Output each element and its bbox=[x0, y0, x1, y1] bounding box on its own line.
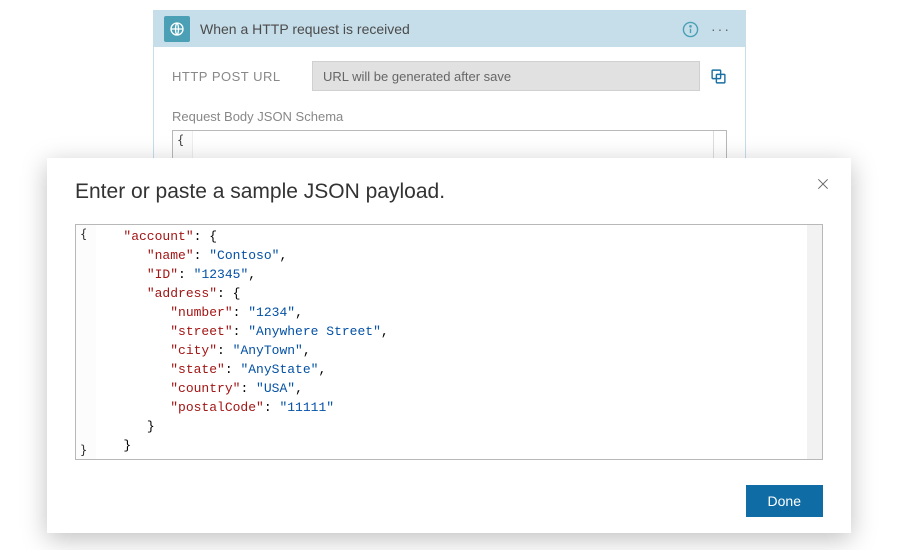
json-line: "name": "Contoso", bbox=[100, 246, 822, 265]
json-line: "state": "AnyState", bbox=[100, 360, 822, 379]
json-line: "postalCode": "11111" bbox=[100, 398, 822, 417]
json-line: } bbox=[100, 436, 822, 455]
json-line: } bbox=[100, 417, 822, 436]
json-line: "number": "1234", bbox=[100, 303, 822, 322]
editor-scrollbar[interactable] bbox=[807, 225, 822, 459]
dialog-title: Enter or paste a sample JSON payload. bbox=[75, 180, 823, 204]
json-sample-editor[interactable]: { } "account": { "name": "Contoso", "ID"… bbox=[75, 224, 823, 460]
card-header: When a HTTP request is received ··· bbox=[154, 11, 745, 47]
json-line: "address": { bbox=[100, 284, 822, 303]
url-field-label: HTTP POST URL bbox=[172, 69, 312, 84]
copy-url-icon[interactable] bbox=[710, 68, 727, 85]
sample-payload-dialog: Enter or paste a sample JSON payload. { … bbox=[47, 158, 851, 533]
trigger-title: When a HTTP request is received bbox=[200, 21, 682, 37]
json-line: "ID": "12345", bbox=[100, 265, 822, 284]
close-icon[interactable] bbox=[815, 176, 831, 192]
editor-gutter: { } bbox=[76, 225, 96, 459]
json-line: "account": { bbox=[100, 227, 822, 246]
info-icon[interactable] bbox=[682, 21, 699, 38]
json-line: "city": "AnyTown", bbox=[100, 341, 822, 360]
schema-label: Request Body JSON Schema bbox=[172, 109, 727, 124]
json-line: "street": "Anywhere Street", bbox=[100, 322, 822, 341]
json-line: "country": "USA", bbox=[100, 379, 822, 398]
json-content[interactable]: "account": { "name": "Contoso", "ID": "1… bbox=[76, 225, 822, 457]
more-menu-icon[interactable]: ··· bbox=[707, 21, 735, 37]
http-connector-icon bbox=[164, 16, 190, 42]
done-button[interactable]: Done bbox=[746, 485, 823, 517]
http-post-url-box: URL will be generated after save bbox=[312, 61, 700, 91]
